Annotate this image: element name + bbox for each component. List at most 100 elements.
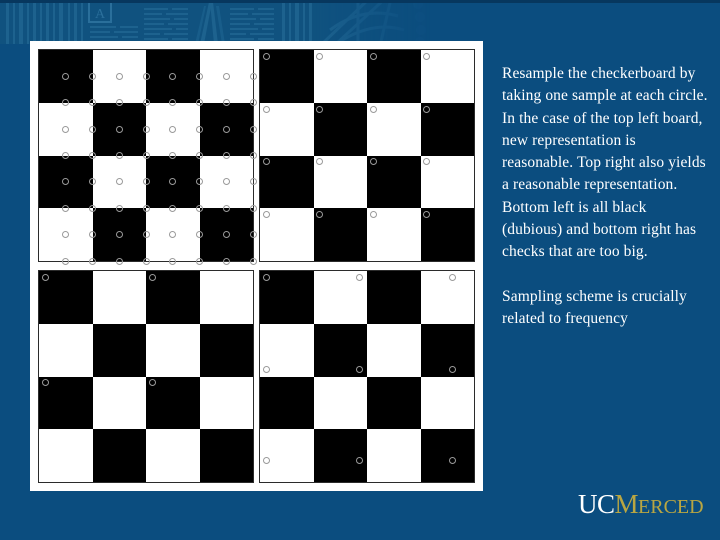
sample-point-circle <box>142 257 150 265</box>
sample-point-circle <box>41 273 49 281</box>
checker-cell <box>146 429 200 482</box>
sample-point-circle <box>249 152 257 159</box>
sample-point-circle <box>196 72 203 80</box>
sample-point-circle <box>89 72 96 80</box>
sample-point-circle <box>262 52 270 60</box>
header-watermark-band: A <box>0 0 720 44</box>
sample-point-circle <box>196 257 203 265</box>
logo-erced-text: ERCED <box>638 496 704 518</box>
sample-point-circle <box>262 105 270 113</box>
checker-cell <box>199 376 253 430</box>
sample-point-circle <box>142 178 150 186</box>
sample-point-circle <box>169 257 177 265</box>
sample-point-circle <box>222 152 230 159</box>
sample-point-circle <box>249 72 257 80</box>
sample-point-circle <box>142 99 150 107</box>
checker-cell <box>367 376 421 430</box>
checker-cell <box>313 429 367 482</box>
slide-canvas: A Resample the checkerboard by taking on… <box>0 0 720 540</box>
sample-point-circle <box>423 105 431 113</box>
sample-point-circle <box>369 211 377 219</box>
checker-cell <box>260 429 314 482</box>
sample-point-circle <box>196 152 203 159</box>
board-cells <box>39 271 253 482</box>
sample-point-circle <box>196 125 203 133</box>
sample-point-circle <box>369 105 377 113</box>
checker-cell <box>199 429 253 482</box>
board-cells <box>39 50 257 265</box>
sample-point-circle <box>115 204 123 212</box>
sample-point-circle <box>169 125 177 133</box>
uc-merced-logo: UCMERCED <box>578 489 710 521</box>
checker-cell <box>367 271 421 324</box>
checker-cell <box>92 429 146 482</box>
sample-point-circle <box>115 99 123 107</box>
sample-point-circle <box>316 105 324 113</box>
sample-point-circle <box>115 152 123 159</box>
sample-point-circle <box>356 365 363 373</box>
sample-point-circle <box>222 99 230 107</box>
body-paragraph-2: Sampling scheme is crucially related to … <box>502 287 687 327</box>
sample-point-circle <box>115 257 123 265</box>
sample-point-circle <box>89 152 96 159</box>
board-cells <box>260 271 474 482</box>
header-dark-rule <box>0 0 720 3</box>
sample-point-circle <box>249 204 257 212</box>
logo-uc-text: UC <box>578 489 615 519</box>
checker-cell <box>92 271 146 324</box>
sample-point-circle <box>142 231 150 239</box>
sample-point-circle <box>262 273 270 281</box>
logo-m-text: M <box>614 489 639 519</box>
sample-point-circle <box>142 72 150 80</box>
sample-point-circle <box>356 273 363 281</box>
open-book-icon <box>90 2 274 44</box>
sample-point-circle <box>62 257 70 265</box>
checkerboard-bottom-right <box>259 270 475 483</box>
sample-point-circle <box>262 365 270 373</box>
sample-point-circle <box>196 204 203 212</box>
checker-cell <box>199 323 253 377</box>
sample-point-circle <box>249 231 257 239</box>
sample-point-circle <box>62 204 70 212</box>
sample-point-circle <box>222 257 230 265</box>
sample-point-circle <box>142 152 150 159</box>
sample-point-circle <box>222 204 230 212</box>
sample-point-circle <box>148 273 156 281</box>
letter-tile-a-icon: A <box>88 1 112 23</box>
sample-point-circle <box>89 257 96 265</box>
figure-panel <box>30 41 483 491</box>
checker-cell <box>367 429 421 482</box>
sample-point-circle <box>169 204 177 212</box>
body-text-column: Resample the checkerboard by taking one … <box>502 63 710 330</box>
sunburst-wheel-icon <box>320 0 405 44</box>
wheel-dots-icon <box>413 0 426 44</box>
sample-point-circle <box>249 125 257 133</box>
checker-cell <box>146 323 200 377</box>
sample-point-circle <box>89 125 96 133</box>
sample-point-circle <box>369 52 377 60</box>
sample-point-circle <box>249 257 257 265</box>
sample-point-circle <box>222 231 230 239</box>
sample-point-circle <box>89 204 96 212</box>
checkerboard-bottom-left <box>38 270 254 483</box>
checker-cell <box>313 376 367 430</box>
sample-point-circle <box>249 99 257 107</box>
checker-cell <box>420 376 474 430</box>
checker-cell <box>420 271 474 324</box>
checker-cell <box>420 323 474 377</box>
checker-cell <box>39 429 93 482</box>
sample-point-circle <box>62 125 70 133</box>
checkerboard-top-right <box>259 49 475 262</box>
checker-cell <box>367 323 421 377</box>
sample-point-circle <box>262 211 270 219</box>
sample-point-circle <box>249 178 257 186</box>
sample-point-circle <box>115 125 123 133</box>
board-cells <box>260 50 474 261</box>
sample-point-circle <box>449 273 457 281</box>
checker-cell <box>260 376 314 430</box>
sample-point-circle <box>142 204 150 212</box>
body-paragraph-1: Resample the checkerboard by taking one … <box>502 65 708 261</box>
checker-cell <box>92 323 146 377</box>
checker-cell <box>199 271 253 324</box>
sample-point-circle <box>449 365 457 373</box>
